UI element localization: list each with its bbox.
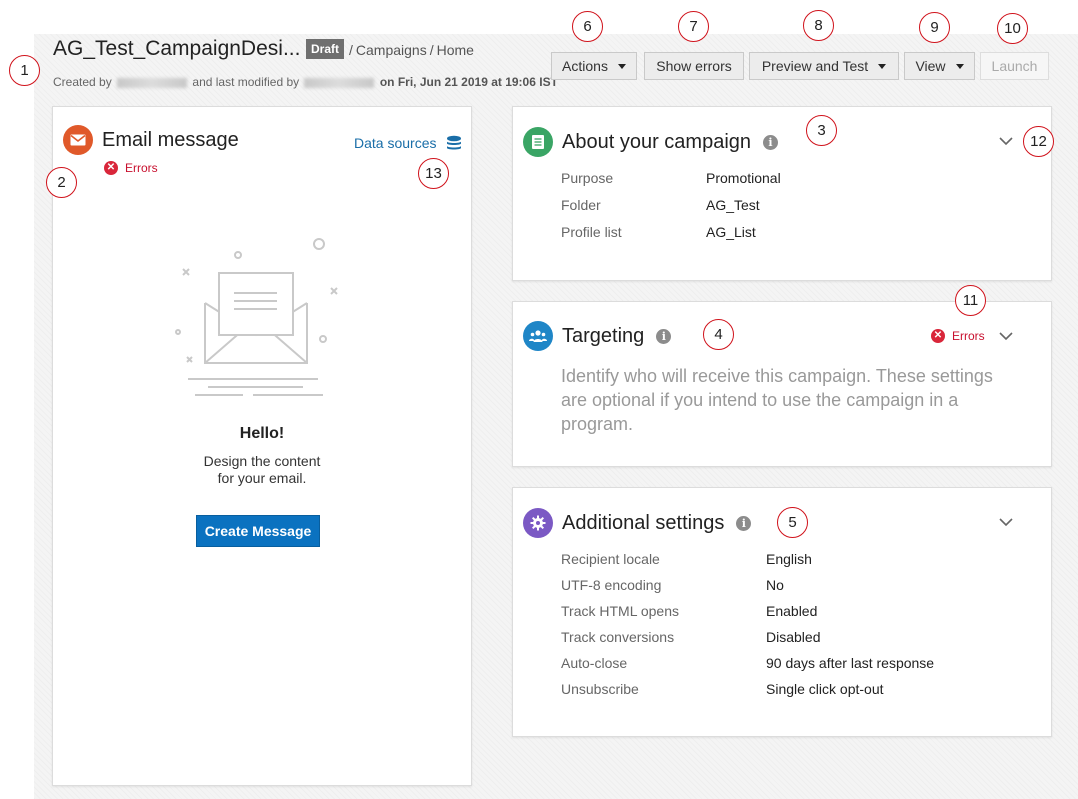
preview-label: Preview and Test	[761, 58, 869, 74]
breadcrumb: / Campaigns / Home	[349, 42, 474, 58]
modified-date: Fri, Jun 21 2019 at 19:06 IST	[397, 75, 558, 89]
error-icon: ✕	[104, 161, 118, 175]
setting-label: UTF-8 encoding	[561, 577, 662, 593]
database-icon[interactable]	[446, 135, 462, 156]
targeting-errors-indicator[interactable]: ✕ Errors	[931, 329, 985, 343]
about-label: Profile list	[561, 224, 622, 240]
callout-marker: 10	[997, 13, 1028, 44]
about-value: Promotional	[706, 170, 781, 186]
design-hint-line-2: for your email.	[217, 470, 307, 486]
callout-marker: 13	[418, 158, 449, 189]
setting-value: Enabled	[766, 603, 818, 619]
info-icon[interactable]: i	[763, 135, 779, 150]
about-label: Folder	[561, 197, 601, 213]
targeting-panel: Targeting i ✕ Errors Identify who will r…	[512, 301, 1052, 467]
caret-down-icon	[878, 63, 887, 69]
callout-marker: 7	[678, 11, 709, 42]
setting-value: 90 days after last response	[766, 655, 935, 671]
preview-and-test-button[interactable]: Preview and Test	[749, 52, 899, 80]
about-campaign-panel: About your campaign i Purpose Promotiona…	[512, 106, 1052, 281]
about-value: AG_Test	[706, 197, 760, 213]
callout-marker: 2	[46, 167, 77, 198]
caret-down-icon	[617, 63, 626, 69]
callout-marker: 8	[803, 10, 834, 41]
email-illustration	[175, 238, 338, 396]
callout-marker: 3	[806, 115, 837, 146]
envelope-icon	[63, 125, 93, 155]
modification-info: Created by and last modified by on Fri, …	[53, 75, 558, 89]
caret-down-icon	[955, 63, 964, 69]
info-icon[interactable]: i	[736, 516, 752, 531]
setting-label: Recipient locale	[561, 551, 660, 567]
about-label: Purpose	[561, 170, 614, 186]
document-icon	[523, 127, 553, 157]
about-value: AG_List	[706, 224, 756, 240]
email-panel-title: Email message	[102, 129, 239, 151]
chevron-down-icon[interactable]	[999, 137, 1013, 146]
modified-on-label: on	[379, 75, 395, 89]
setting-value: No	[766, 577, 784, 593]
callout-marker: 6	[572, 11, 603, 42]
setting-label: Unsubscribe	[561, 681, 639, 697]
callout-marker: 4	[703, 319, 734, 350]
campaign-title: AG_Test_CampaignDesi...	[53, 37, 301, 60]
actions-label: Actions	[562, 58, 608, 74]
info-icon[interactable]: i	[656, 329, 672, 344]
create-message-button[interactable]: Create Message	[196, 515, 320, 547]
view-button[interactable]: View	[904, 52, 975, 80]
callout-marker: 9	[919, 12, 950, 43]
group-icon	[523, 321, 553, 351]
callout-marker: 12	[1023, 126, 1054, 157]
errors-label: Errors	[952, 329, 985, 343]
email-errors-indicator[interactable]: ✕ Errors	[104, 161, 158, 175]
show-errors-label: Show errors	[656, 58, 732, 74]
setting-value: Single click opt-out	[766, 681, 884, 697]
error-icon: ✕	[931, 329, 945, 343]
design-hint: Design the content for your email.	[53, 453, 471, 487]
setting-value: English	[766, 551, 812, 567]
targeting-title-row: Targeting i	[562, 325, 672, 348]
targeting-description: Identify who will receive this campaign.…	[561, 366, 993, 434]
show-errors-button[interactable]: Show errors	[644, 52, 744, 80]
design-hint-line-1: Design the content	[203, 453, 321, 469]
redacted-username	[117, 77, 188, 88]
gear-icon	[523, 508, 553, 538]
email-message-panel: Email message ✕ Errors Data sources Hell…	[52, 106, 472, 786]
actions-button[interactable]: Actions	[551, 52, 637, 80]
callout-marker: 5	[777, 507, 808, 538]
targeting-panel-title: Targeting	[562, 325, 645, 347]
breadcrumb-home[interactable]: Home	[437, 42, 474, 58]
chevron-down-icon[interactable]	[999, 518, 1013, 527]
setting-label: Auto-close	[561, 655, 628, 671]
created-by-label: Created by	[53, 75, 112, 89]
breadcrumb-campaigns[interactable]: Campaigns	[356, 42, 427, 58]
view-label: View	[915, 58, 946, 74]
callout-marker: 11	[955, 285, 986, 316]
callout-marker: 1	[9, 55, 40, 86]
launch-label: Launch	[991, 58, 1038, 74]
data-sources-link[interactable]: Data sources	[354, 135, 436, 151]
about-panel-title: About your campaign	[562, 131, 752, 153]
modified-by-label: and last modified by	[192, 75, 300, 89]
chevron-down-icon[interactable]	[999, 332, 1013, 341]
setting-label: Track HTML opens	[561, 603, 679, 619]
status-badge: Draft	[306, 39, 345, 59]
additional-panel-title: Additional settings	[562, 512, 725, 534]
errors-label: Errors	[125, 161, 158, 175]
launch-button[interactable]: Launch	[980, 52, 1049, 80]
setting-value: Disabled	[766, 629, 821, 645]
about-title-row: About your campaign i	[562, 131, 779, 154]
redacted-username	[304, 77, 375, 88]
setting-label: Track conversions	[561, 629, 675, 645]
hello-heading: Hello!	[239, 425, 285, 442]
additional-title-row: Additional settings i	[562, 512, 752, 535]
